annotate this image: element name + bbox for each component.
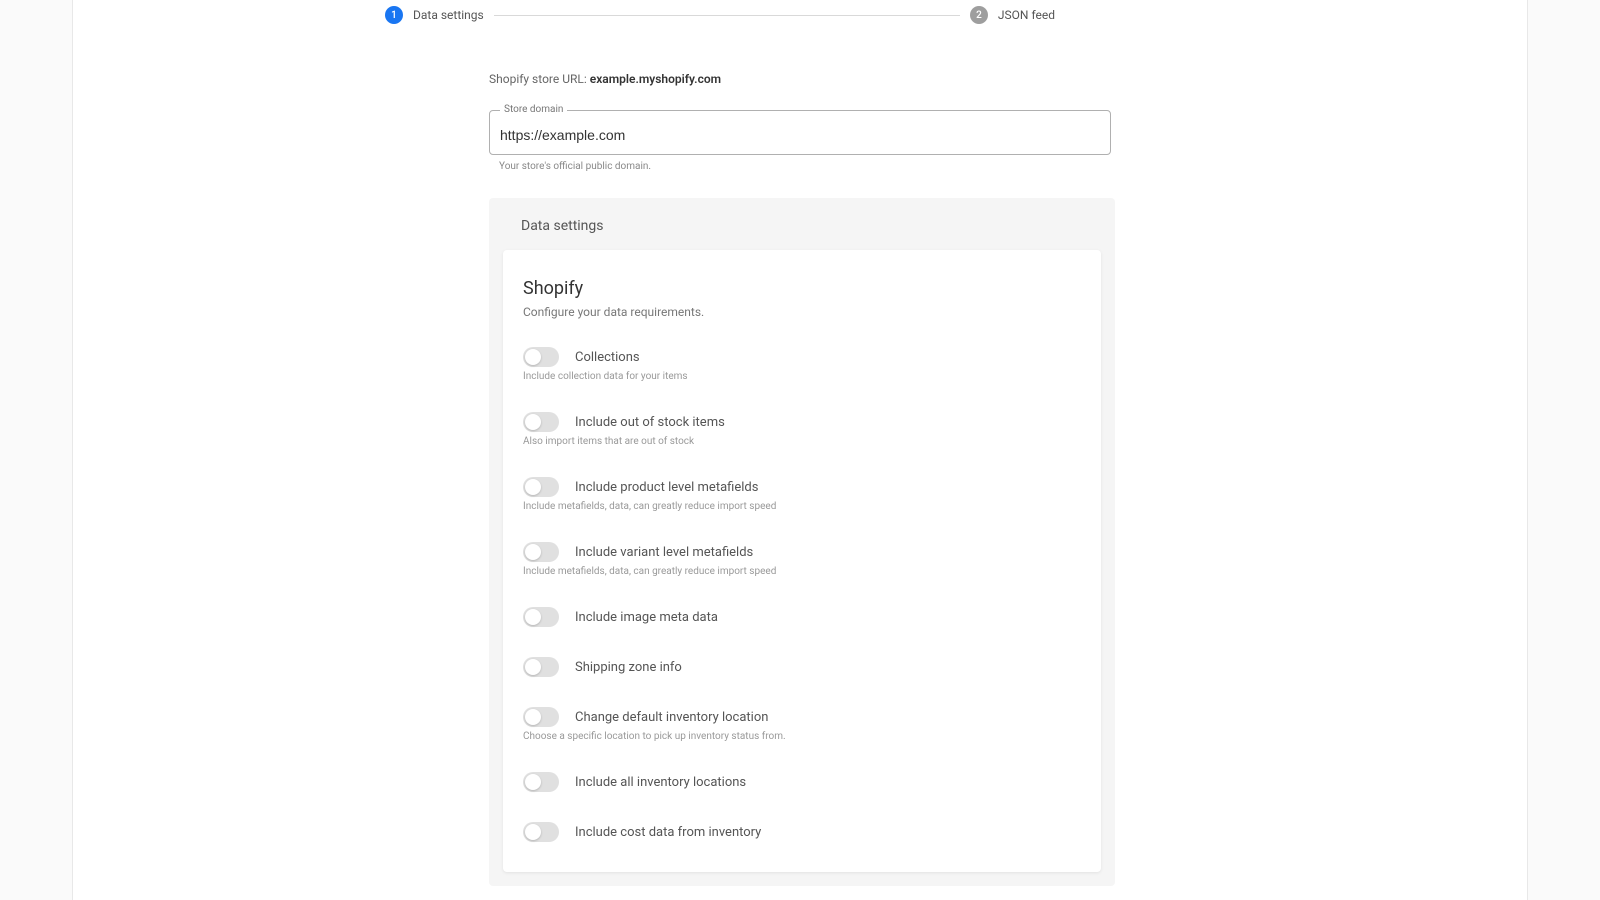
shopify-url-line: Shopify store URL: example.myshopify.com [489,72,1111,86]
shopify-card-title: Shopify [523,278,1081,299]
toggle-row: Include out of stock items [523,412,1081,432]
store-domain-input[interactable] [500,127,1100,143]
toggle-row: Include variant level metafields [523,542,1081,562]
toggle-switch[interactable] [523,657,559,677]
data-settings-title: Data settings [521,218,1101,234]
step-2[interactable]: 2 JSON feed [970,6,1055,24]
toggle-label: Include variant level metafields [575,545,753,560]
data-settings-panel: Data settings Shopify Configure your dat… [489,198,1115,886]
toggle-help: Include metafields, data, can greatly re… [523,501,1081,512]
toggle-row: Collections [523,347,1081,367]
toggle-label: Include cost data from inventory [575,825,761,840]
toggle-switch[interactable] [523,822,559,842]
toggle-label: Include product level metafields [575,480,758,495]
toggle-label: Include image meta data [575,610,718,625]
toggle-switch[interactable] [523,542,559,562]
toggle-switch[interactable] [523,707,559,727]
stepper: 1 Data settings 2 JSON feed [385,0,1055,24]
step-connector [494,15,960,16]
toggle-label: Change default inventory location [575,710,768,725]
toggle-help: Include metafields, data, can greatly re… [523,566,1081,577]
step-2-circle: 2 [970,6,988,24]
toggle-switch[interactable] [523,607,559,627]
toggle-row: Include cost data from inventory [523,822,1081,842]
shopify-card: Shopify Configure your data requirements… [503,250,1101,872]
store-domain-legend: Store domain [500,104,567,115]
toggle-label: Include out of stock items [575,415,725,430]
toggle-row: Include image meta data [523,607,1081,627]
toggle-label: Collections [575,350,640,365]
main-card: Shopify store URL: example.myshopify.com… [465,54,1135,886]
toggle-row: Include all inventory locations [523,772,1081,792]
toggle-switch[interactable] [523,347,559,367]
step-1-circle: 1 [385,6,403,24]
toggles-list: Collections Include collection data for y… [523,347,1081,842]
toggle-group-7: Include all inventory locations [523,772,1081,792]
step-1[interactable]: 1 Data settings [385,6,484,24]
toggle-label: Shipping zone info [575,660,682,675]
step-1-label: Data settings [413,8,484,22]
toggle-group-5: Shipping zone info [523,657,1081,677]
toggle-group-0: Collections Include collection data for y… [523,347,1081,382]
shopify-card-sub: Configure your data requirements. [523,305,1081,319]
shopify-url-label: Shopify store URL: [489,72,590,86]
toggle-switch[interactable] [523,412,559,432]
toggle-group-8: Include cost data from inventory [523,822,1081,842]
store-domain-field[interactable]: Store domain [489,110,1111,155]
shopify-url-value: example.myshopify.com [590,72,721,86]
toggle-group-2: Include product level metafields Include … [523,477,1081,512]
toggle-row: Change default inventory location [523,707,1081,727]
toggle-group-1: Include out of stock items Also import it… [523,412,1081,447]
toggle-row: Shipping zone info [523,657,1081,677]
toggle-group-6: Change default inventory location Choose … [523,707,1081,742]
toggle-group-3: Include variant level metafields Include … [523,542,1081,577]
toggle-label: Include all inventory locations [575,775,746,790]
toggle-help: Include collection data for your items [523,371,1081,382]
toggle-group-4: Include image meta data [523,607,1081,627]
step-2-label: JSON feed [998,8,1055,22]
store-domain-help: Your store's official public domain. [499,161,1111,172]
page-canvas: 1 Data settings 2 JSON feed Shopify stor… [72,0,1528,900]
toggle-help: Also import items that are out of stock [523,436,1081,447]
toggle-switch[interactable] [523,477,559,497]
toggle-row: Include product level metafields [523,477,1081,497]
toggle-help: Choose a specific location to pick up in… [523,731,1081,742]
toggle-switch[interactable] [523,772,559,792]
